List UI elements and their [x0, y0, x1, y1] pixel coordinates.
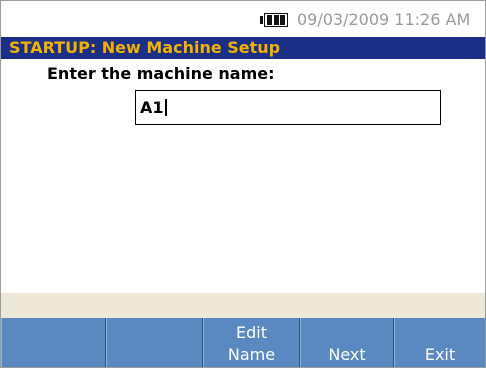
device-screen: 09/03/2009 11:26 AM STARTUP: New Machine…	[0, 0, 486, 368]
machine-name-input[interactable]: A1	[135, 90, 441, 125]
edit-name-line2: Name	[227, 345, 276, 364]
battery-icon	[260, 12, 290, 28]
title-bar: STARTUP: New Machine Setup	[1, 37, 485, 59]
text-caret	[164, 99, 167, 116]
status-bar: 09/03/2009 11:26 AM	[1, 1, 485, 37]
machine-name-value: A1	[140, 98, 164, 117]
machine-name-prompt: Enter the machine name:	[47, 64, 275, 83]
battery-cell	[273, 15, 279, 25]
next-label: Next	[328, 345, 366, 364]
softkey-bar: Edit Name Next Exit	[1, 318, 485, 367]
battery-body	[264, 13, 288, 27]
screen-title: STARTUP: New Machine Setup	[9, 38, 281, 57]
edit-name-button[interactable]: Edit Name	[203, 318, 300, 367]
machine-name-value-wrap: A1	[140, 98, 167, 117]
next-button[interactable]: Next	[300, 318, 394, 367]
edit-name-line1: Edit	[236, 323, 267, 342]
datetime: 09/03/2009 11:26 AM	[297, 10, 471, 29]
exit-button[interactable]: Exit	[394, 318, 485, 367]
exit-label: Exit	[424, 345, 456, 364]
softkey-1[interactable]	[1, 318, 106, 367]
message-strip	[1, 293, 485, 318]
battery-terminal	[260, 16, 263, 24]
softkey-2[interactable]	[106, 318, 203, 367]
battery-cell	[279, 15, 285, 25]
battery-cell	[267, 15, 273, 25]
